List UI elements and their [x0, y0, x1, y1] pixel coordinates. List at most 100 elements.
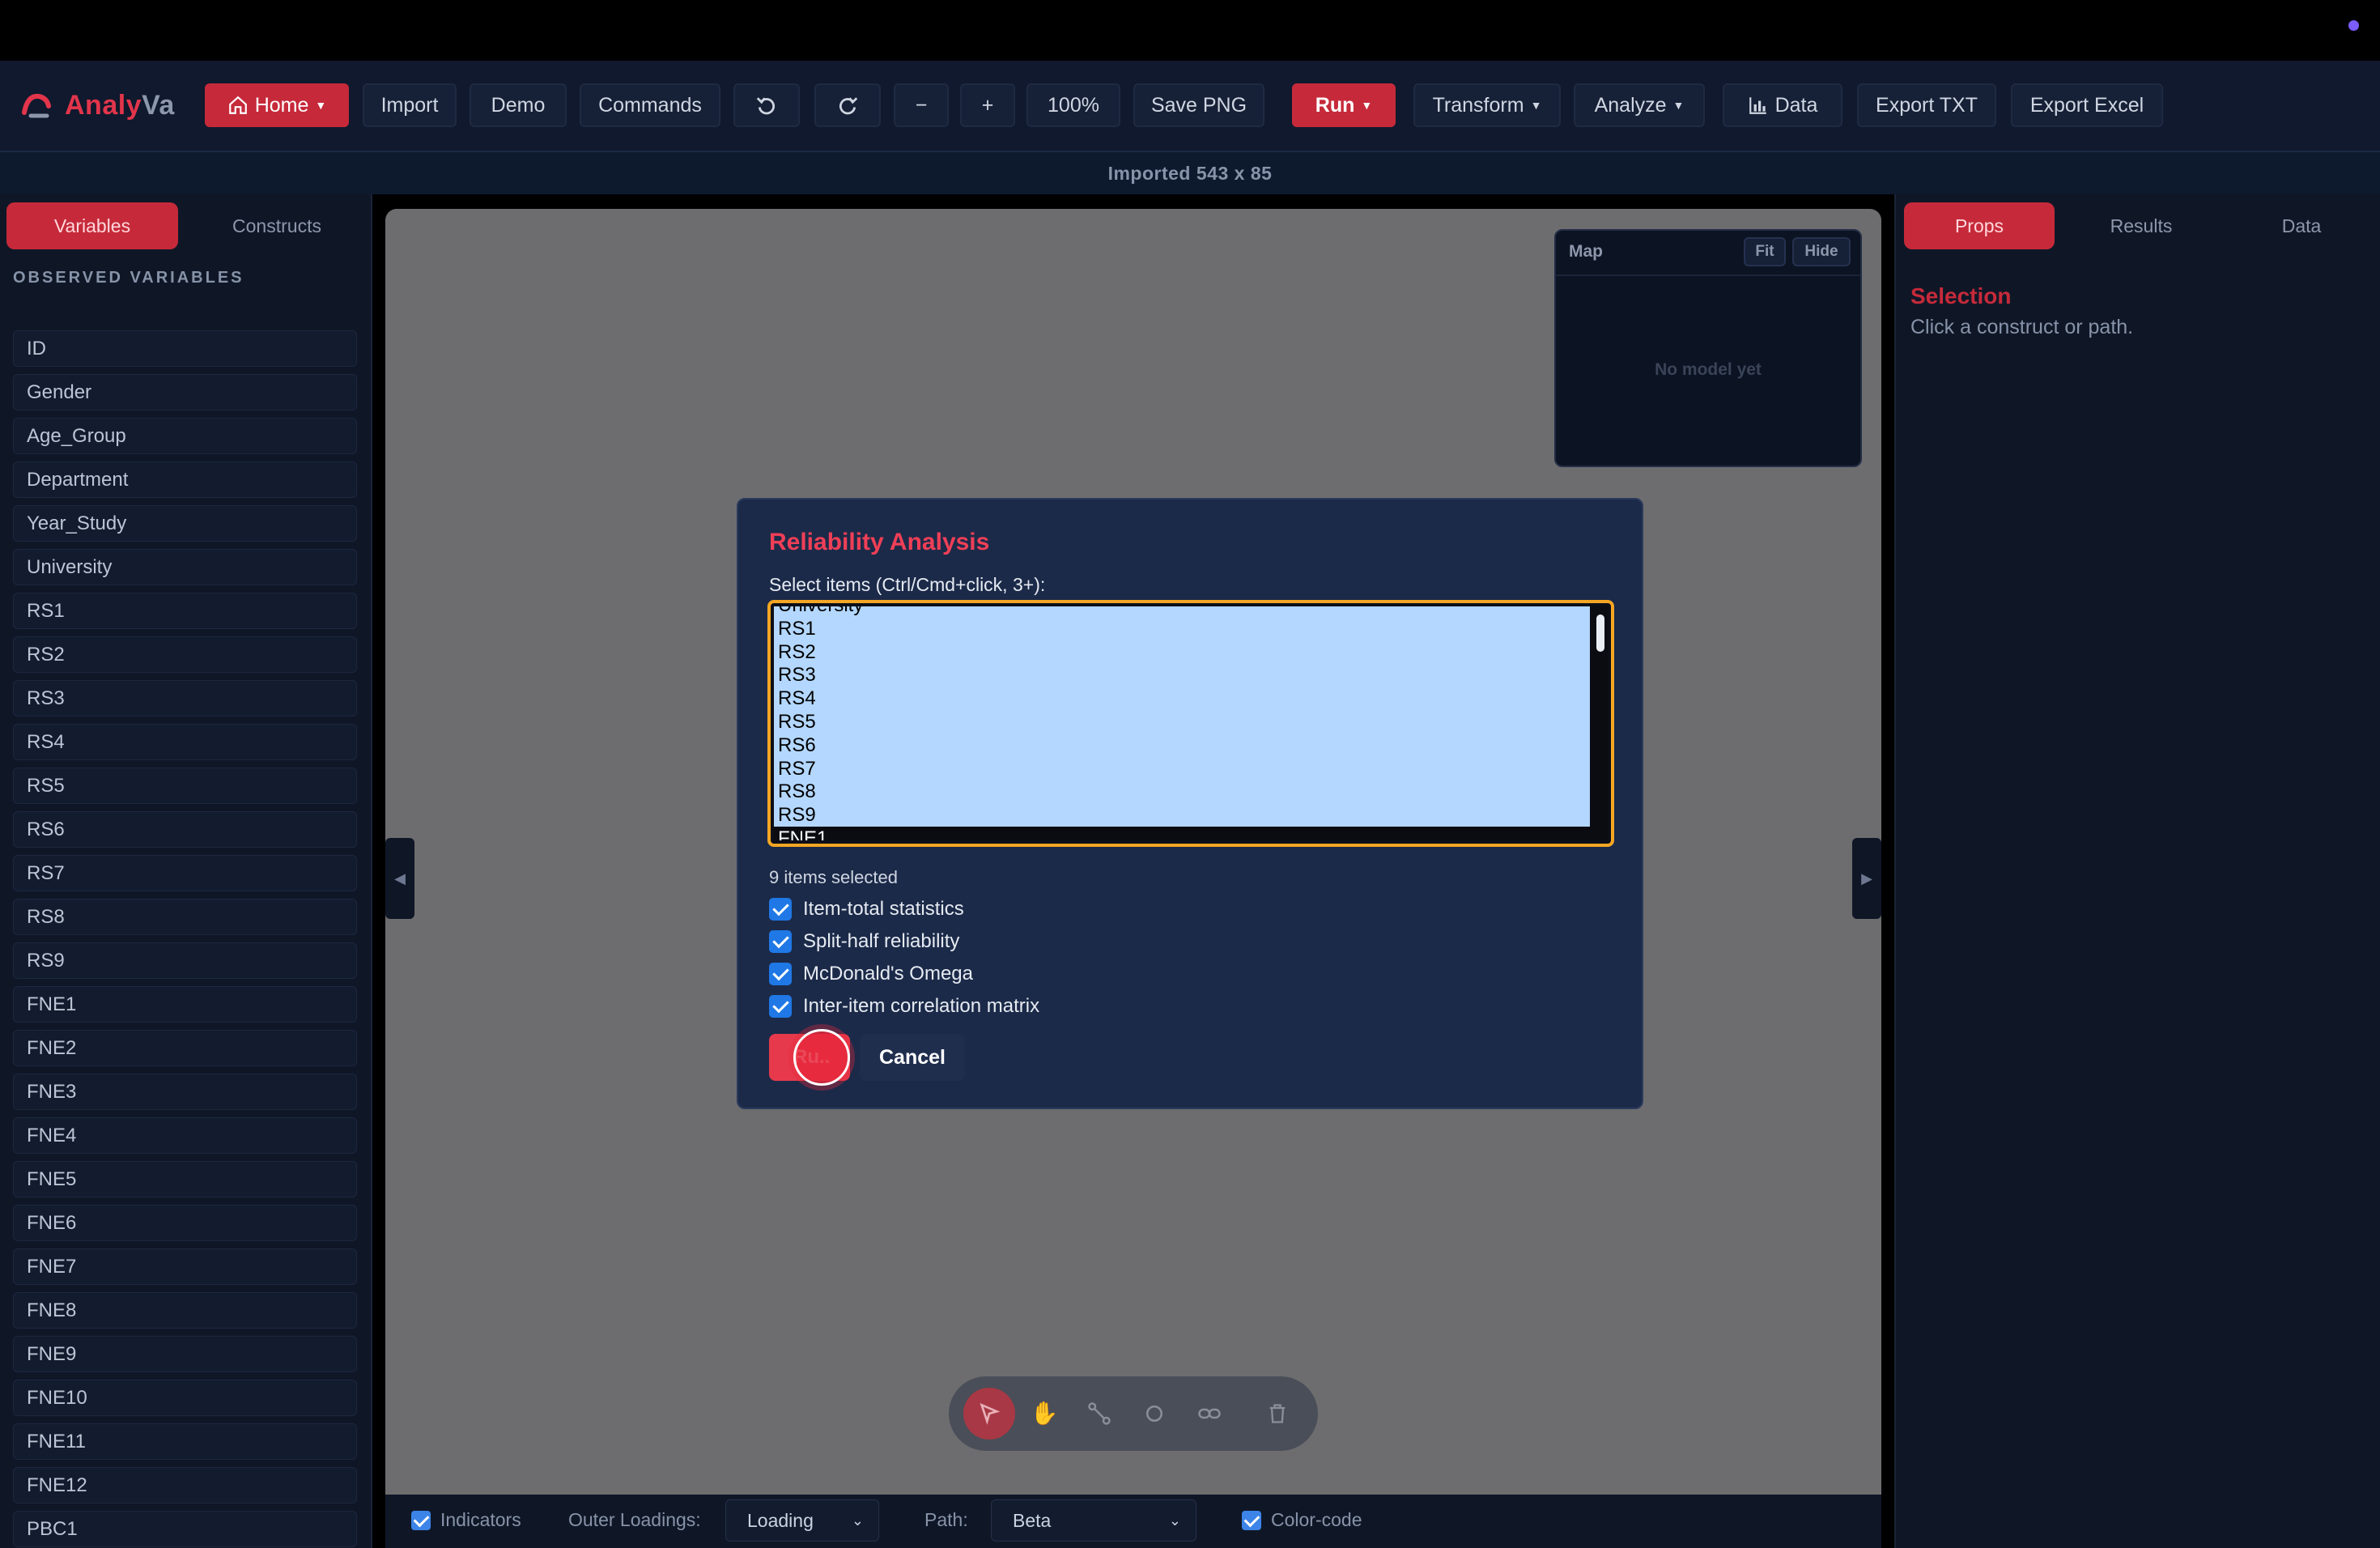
variable-item[interactable]: FNE10	[13, 1380, 357, 1416]
path-tool[interactable]	[1073, 1388, 1125, 1440]
variable-item[interactable]: FNE1	[13, 986, 357, 1023]
chevron-down-icon: ▼	[1530, 99, 1542, 112]
list-item[interactable]: RS9	[774, 803, 1590, 827]
canvas-options-bar: Indicators Outer Loadings: Loading ⌄ Path…	[385, 1495, 1881, 1548]
collapse-right-handle[interactable]: ▶	[1852, 838, 1881, 919]
demo-button[interactable]: Demo	[470, 83, 567, 127]
list-item[interactable]: RS3	[774, 663, 1590, 687]
variable-item[interactable]: RS9	[13, 942, 357, 979]
variable-item[interactable]: RS1	[13, 593, 357, 629]
variable-item[interactable]: Department	[13, 461, 357, 498]
variable-item[interactable]: FNE5	[13, 1161, 357, 1197]
link-tool[interactable]	[1184, 1388, 1235, 1440]
caret-right-icon: ▶	[1861, 870, 1872, 887]
indicators-checkbox[interactable]	[411, 1511, 431, 1530]
color-code-checkbox[interactable]	[1242, 1511, 1261, 1530]
delete-tool[interactable]	[1252, 1388, 1303, 1440]
export-txt-button[interactable]: Export TXT	[1857, 83, 1996, 127]
zoom-out-button[interactable]: −	[894, 83, 949, 127]
main-toolbar: AnalyVa Home ▼ Import Demo Commands − + 1…	[0, 61, 2380, 152]
list-item[interactable]: RS2	[774, 640, 1590, 664]
import-button[interactable]: Import	[363, 83, 457, 127]
list-item[interactable]: University	[774, 606, 1590, 617]
variable-item[interactable]: RS4	[13, 724, 357, 760]
analyze-menu-button[interactable]: Analyze ▼	[1574, 83, 1705, 127]
minimap-hide-button[interactable]: Hide	[1792, 237, 1851, 266]
redo-icon	[839, 97, 858, 115]
tab-constructs[interactable]: Constructs	[191, 202, 363, 249]
home-icon	[228, 96, 247, 114]
variable-item[interactable]: FNE7	[13, 1248, 357, 1285]
run-menu-button[interactable]: Run ▼	[1292, 83, 1396, 127]
option-split-half[interactable]: Split-half reliability	[769, 929, 959, 955]
variable-item[interactable]: RS2	[13, 636, 357, 673]
variable-item[interactable]: RS8	[13, 899, 357, 935]
list-scrollbar[interactable]	[1596, 615, 1604, 652]
variable-item[interactable]: FNE3	[13, 1074, 357, 1110]
cancel-button[interactable]: Cancel	[860, 1034, 965, 1081]
list-item[interactable]: RS4	[774, 687, 1590, 711]
canvas-toolbar: ✋	[949, 1376, 1318, 1451]
item-multiselect[interactable]: UniversityRS1RS2RS3RS4RS5RS6RS7RS8RS9FNE…	[767, 600, 1614, 847]
undo-button[interactable]	[733, 83, 800, 127]
variable-item[interactable]: FNE2	[13, 1030, 357, 1066]
variable-item[interactable]: RS5	[13, 768, 357, 804]
checkbox[interactable]	[769, 930, 792, 953]
selection-hint: Click a construct or path.	[1910, 316, 2134, 338]
variable-item[interactable]: RS6	[13, 811, 357, 848]
construct-tool[interactable]	[1128, 1388, 1180, 1440]
variable-item[interactable]: PBC1	[13, 1511, 357, 1547]
list-item[interactable]: FNE1	[774, 827, 1590, 840]
minimap-title: Map	[1569, 242, 1603, 261]
tab-props[interactable]: Props	[1904, 202, 2055, 249]
pan-tool[interactable]: ✋	[1018, 1388, 1070, 1440]
collapse-left-handle[interactable]: ◀	[385, 838, 414, 919]
caret-left-icon: ◀	[394, 870, 406, 887]
item-list: UniversityRS1RS2RS3RS4RS5RS6RS7RS8RS9FNE…	[774, 606, 1608, 840]
checkbox[interactable]	[769, 995, 792, 1018]
option-item-total[interactable]: Item-total statistics	[769, 896, 964, 922]
minimap-fit-button[interactable]: Fit	[1744, 237, 1786, 266]
variable-item[interactable]: Year_Study	[13, 505, 357, 542]
home-button[interactable]: Home ▼	[205, 83, 349, 127]
option-mcdonalds-omega[interactable]: McDonald's Omega	[769, 961, 973, 987]
checkbox[interactable]	[769, 963, 792, 985]
checkbox[interactable]	[769, 898, 792, 921]
transform-menu-button[interactable]: Transform ▼	[1413, 83, 1561, 127]
list-item[interactable]: RS7	[774, 756, 1590, 780]
zoom-in-button[interactable]: +	[960, 83, 1015, 127]
variable-item[interactable]: Age_Group	[13, 418, 357, 454]
path-label: Path:	[924, 1509, 968, 1530]
list-item[interactable]: RS1	[774, 616, 1590, 640]
save-png-button[interactable]: Save PNG	[1133, 83, 1264, 127]
hand-icon: ✋	[1030, 1401, 1059, 1426]
variable-item[interactable]: FNE11	[13, 1423, 357, 1460]
tab-results[interactable]: Results	[2066, 202, 2216, 249]
data-button[interactable]: Data	[1723, 83, 1842, 127]
export-excel-button[interactable]: Export Excel	[2011, 83, 2163, 127]
select-tool[interactable]	[963, 1388, 1015, 1440]
zoom-level[interactable]: 100%	[1026, 83, 1120, 127]
variable-item[interactable]: RS3	[13, 680, 357, 717]
variable-item[interactable]: Gender	[13, 374, 357, 410]
list-item[interactable]: RS5	[774, 710, 1590, 734]
tab-data[interactable]: Data	[2226, 202, 2377, 249]
variable-item[interactable]: FNE6	[13, 1205, 357, 1241]
tab-variables[interactable]: Variables	[6, 202, 178, 249]
outer-loadings-select[interactable]: Loading ⌄	[725, 1499, 879, 1542]
variable-item[interactable]: University	[13, 549, 357, 585]
chevron-down-icon: ▼	[1672, 99, 1685, 112]
redo-button[interactable]	[814, 83, 881, 127]
list-item[interactable]: RS6	[774, 733, 1590, 757]
option-inter-item-matrix[interactable]: Inter-item correlation matrix	[769, 993, 1039, 1019]
variable-item[interactable]: FNE9	[13, 1336, 357, 1372]
path-select[interactable]: Beta ⌄	[991, 1499, 1196, 1542]
variable-item[interactable]: FNE4	[13, 1117, 357, 1154]
variable-item[interactable]: FNE12	[13, 1467, 357, 1503]
commands-button[interactable]: Commands	[580, 83, 720, 127]
variable-item[interactable]: FNE8	[13, 1292, 357, 1329]
list-item[interactable]: RS8	[774, 780, 1590, 804]
variable-item[interactable]: RS7	[13, 855, 357, 891]
variable-item[interactable]: ID	[13, 330, 357, 367]
app-logo: AnalyVa	[19, 85, 175, 125]
